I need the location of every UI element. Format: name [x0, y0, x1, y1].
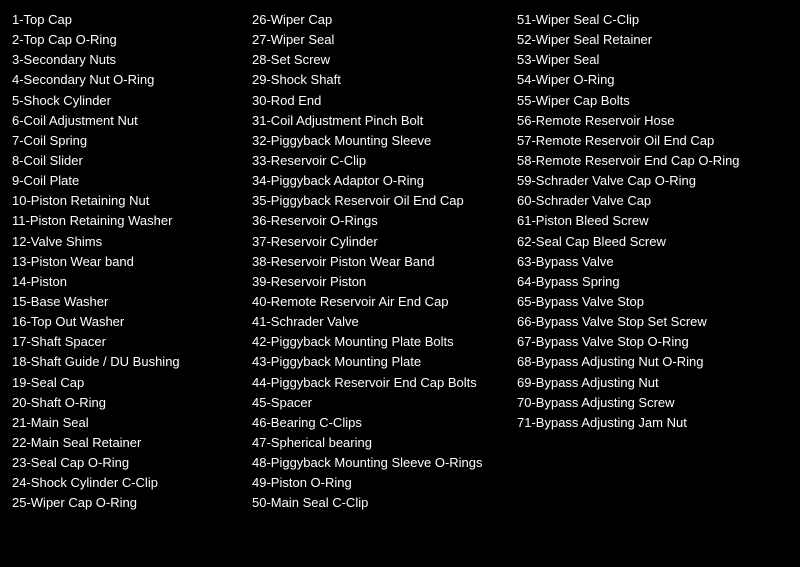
- list-item: 63-Bypass Valve: [517, 252, 792, 272]
- list-item: 52-Wiper Seal Retainer: [517, 30, 792, 50]
- parts-list: 1-Top Cap2-Top Cap O-Ring3-Secondary Nut…: [12, 10, 788, 514]
- list-item: 66-Bypass Valve Stop Set Screw: [517, 312, 792, 332]
- list-item: 10-Piston Retaining Nut: [12, 191, 242, 211]
- list-item: 5-Shock Cylinder: [12, 91, 242, 111]
- list-item: 54-Wiper O-Ring: [517, 70, 792, 90]
- list-item: 14-Piston: [12, 272, 242, 292]
- list-item: 2-Top Cap O-Ring: [12, 30, 242, 50]
- list-item: 36-Reservoir O-Rings: [252, 211, 507, 231]
- list-item: 50-Main Seal C-Clip: [252, 493, 507, 513]
- list-item: 24-Shock Cylinder C-Clip: [12, 473, 242, 493]
- list-item: 67-Bypass Valve Stop O-Ring: [517, 332, 792, 352]
- list-item: 6-Coil Adjustment Nut: [12, 111, 242, 131]
- list-item: 17-Shaft Spacer: [12, 332, 242, 352]
- column-3: 51-Wiper Seal C-Clip52-Wiper Seal Retain…: [517, 10, 800, 514]
- list-item: 23-Seal Cap O-Ring: [12, 453, 242, 473]
- list-item: 53-Wiper Seal: [517, 50, 792, 70]
- list-item: 42-Piggyback Mounting Plate Bolts: [252, 332, 507, 352]
- list-item: 29-Shock Shaft: [252, 70, 507, 90]
- list-item: 62-Seal Cap Bleed Screw: [517, 232, 792, 252]
- list-item: 32-Piggyback Mounting Sleeve: [252, 131, 507, 151]
- list-item: 4-Secondary Nut O-Ring: [12, 70, 242, 90]
- list-item: 30-Rod End: [252, 91, 507, 111]
- list-item: 58-Remote Reservoir End Cap O-Ring: [517, 151, 792, 171]
- list-item: 57-Remote Reservoir Oil End Cap: [517, 131, 792, 151]
- list-item: 47-Spherical bearing: [252, 433, 507, 453]
- list-item: 25-Wiper Cap O-Ring: [12, 493, 242, 513]
- column-1: 1-Top Cap2-Top Cap O-Ring3-Secondary Nut…: [12, 10, 252, 514]
- list-item: 22-Main Seal Retainer: [12, 433, 242, 453]
- list-item: 46-Bearing C-Clips: [252, 413, 507, 433]
- list-item: 38-Reservoir Piston Wear Band: [252, 252, 507, 272]
- list-item: 71-Bypass Adjusting Jam Nut: [517, 413, 792, 433]
- list-item: 43-Piggyback Mounting Plate: [252, 352, 507, 372]
- list-item: 33-Reservoir C-Clip: [252, 151, 507, 171]
- column-2: 26-Wiper Cap27-Wiper Seal28-Set Screw29-…: [252, 10, 517, 514]
- list-item: 7-Coil Spring: [12, 131, 242, 151]
- list-item: 18-Shaft Guide / DU Bushing: [12, 352, 242, 372]
- list-item: 60-Schrader Valve Cap: [517, 191, 792, 211]
- list-item: 49-Piston O-Ring: [252, 473, 507, 493]
- list-item: 45-Spacer: [252, 393, 507, 413]
- list-item: 48-Piggyback Mounting Sleeve O-Rings: [252, 453, 507, 473]
- list-item: 34-Piggyback Adaptor O-Ring: [252, 171, 507, 191]
- list-item: 13-Piston Wear band: [12, 252, 242, 272]
- list-item: 26-Wiper Cap: [252, 10, 507, 30]
- list-item: 19-Seal Cap: [12, 373, 242, 393]
- list-item: 39-Reservoir Piston: [252, 272, 507, 292]
- list-item: 28-Set Screw: [252, 50, 507, 70]
- list-item: 51-Wiper Seal C-Clip: [517, 10, 792, 30]
- list-item: 16-Top Out Washer: [12, 312, 242, 332]
- list-item: 41-Schrader Valve: [252, 312, 507, 332]
- list-item: 61-Piston Bleed Screw: [517, 211, 792, 231]
- list-item: 65-Bypass Valve Stop: [517, 292, 792, 312]
- list-item: 27-Wiper Seal: [252, 30, 507, 50]
- list-item: 11-Piston Retaining Washer: [12, 211, 242, 231]
- list-item: 9-Coil Plate: [12, 171, 242, 191]
- list-item: 37-Reservoir Cylinder: [252, 232, 507, 252]
- list-item: 44-Piggyback Reservoir End Cap Bolts: [252, 373, 507, 393]
- list-item: 69-Bypass Adjusting Nut: [517, 373, 792, 393]
- list-item: 40-Remote Reservoir Air End Cap: [252, 292, 507, 312]
- list-item: 68-Bypass Adjusting Nut O-Ring: [517, 352, 792, 372]
- list-item: 56-Remote Reservoir Hose: [517, 111, 792, 131]
- list-item: 64-Bypass Spring: [517, 272, 792, 292]
- list-item: 12-Valve Shims: [12, 232, 242, 252]
- list-item: 59-Schrader Valve Cap O-Ring: [517, 171, 792, 191]
- list-item: 31-Coil Adjustment Pinch Bolt: [252, 111, 507, 131]
- list-item: 8-Coil Slider: [12, 151, 242, 171]
- list-item: 70-Bypass Adjusting Screw: [517, 393, 792, 413]
- list-item: 21-Main Seal: [12, 413, 242, 433]
- list-item: 20-Shaft O-Ring: [12, 393, 242, 413]
- list-item: 35-Piggyback Reservoir Oil End Cap: [252, 191, 507, 211]
- list-item: 1-Top Cap: [12, 10, 242, 30]
- list-item: 55-Wiper Cap Bolts: [517, 91, 792, 111]
- list-item: 3-Secondary Nuts: [12, 50, 242, 70]
- list-item: 15-Base Washer: [12, 292, 242, 312]
